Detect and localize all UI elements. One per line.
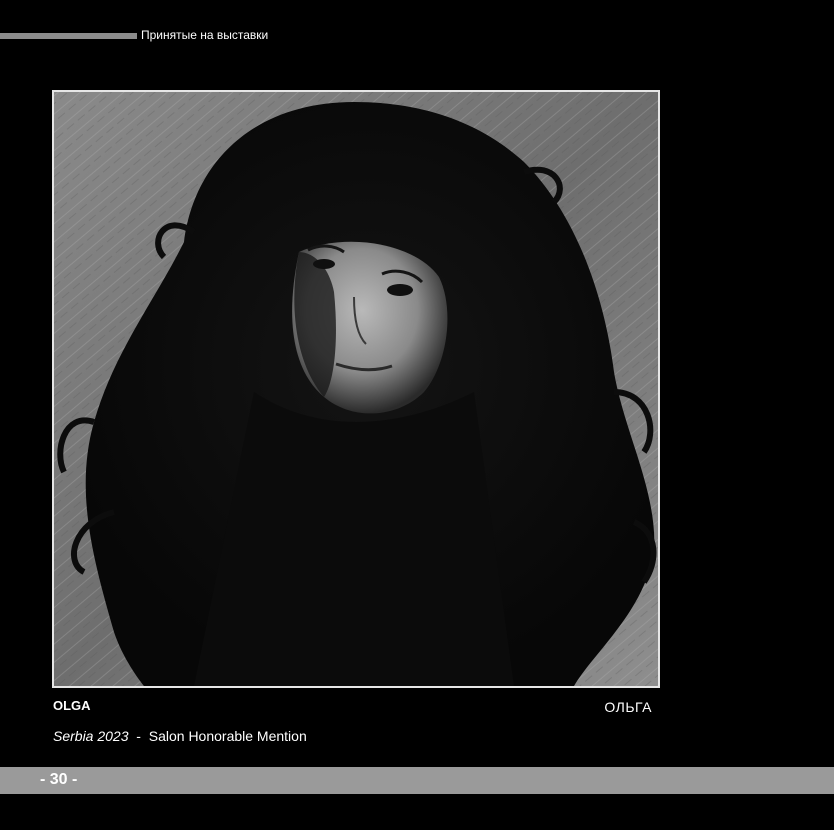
page-number: - 30 - <box>40 771 78 788</box>
section-title: Принятые на выставки <box>141 28 269 42</box>
photo-title-latin: OLGA <box>53 698 91 713</box>
award-name: Salon Honorable Mention <box>148 728 307 744</box>
award-country-year: Serbia 2023 <box>53 728 129 744</box>
portrait-image <box>54 92 658 686</box>
award-separator: - <box>128 728 149 744</box>
footer-bar <box>0 767 834 794</box>
portrait-photo <box>52 90 660 688</box>
header-rule <box>0 33 137 39</box>
photo-title-cyrillic: ОЛЬГА <box>604 699 652 715</box>
award-line: Serbia 2023 - Salon Honorable Mention <box>53 728 307 744</box>
